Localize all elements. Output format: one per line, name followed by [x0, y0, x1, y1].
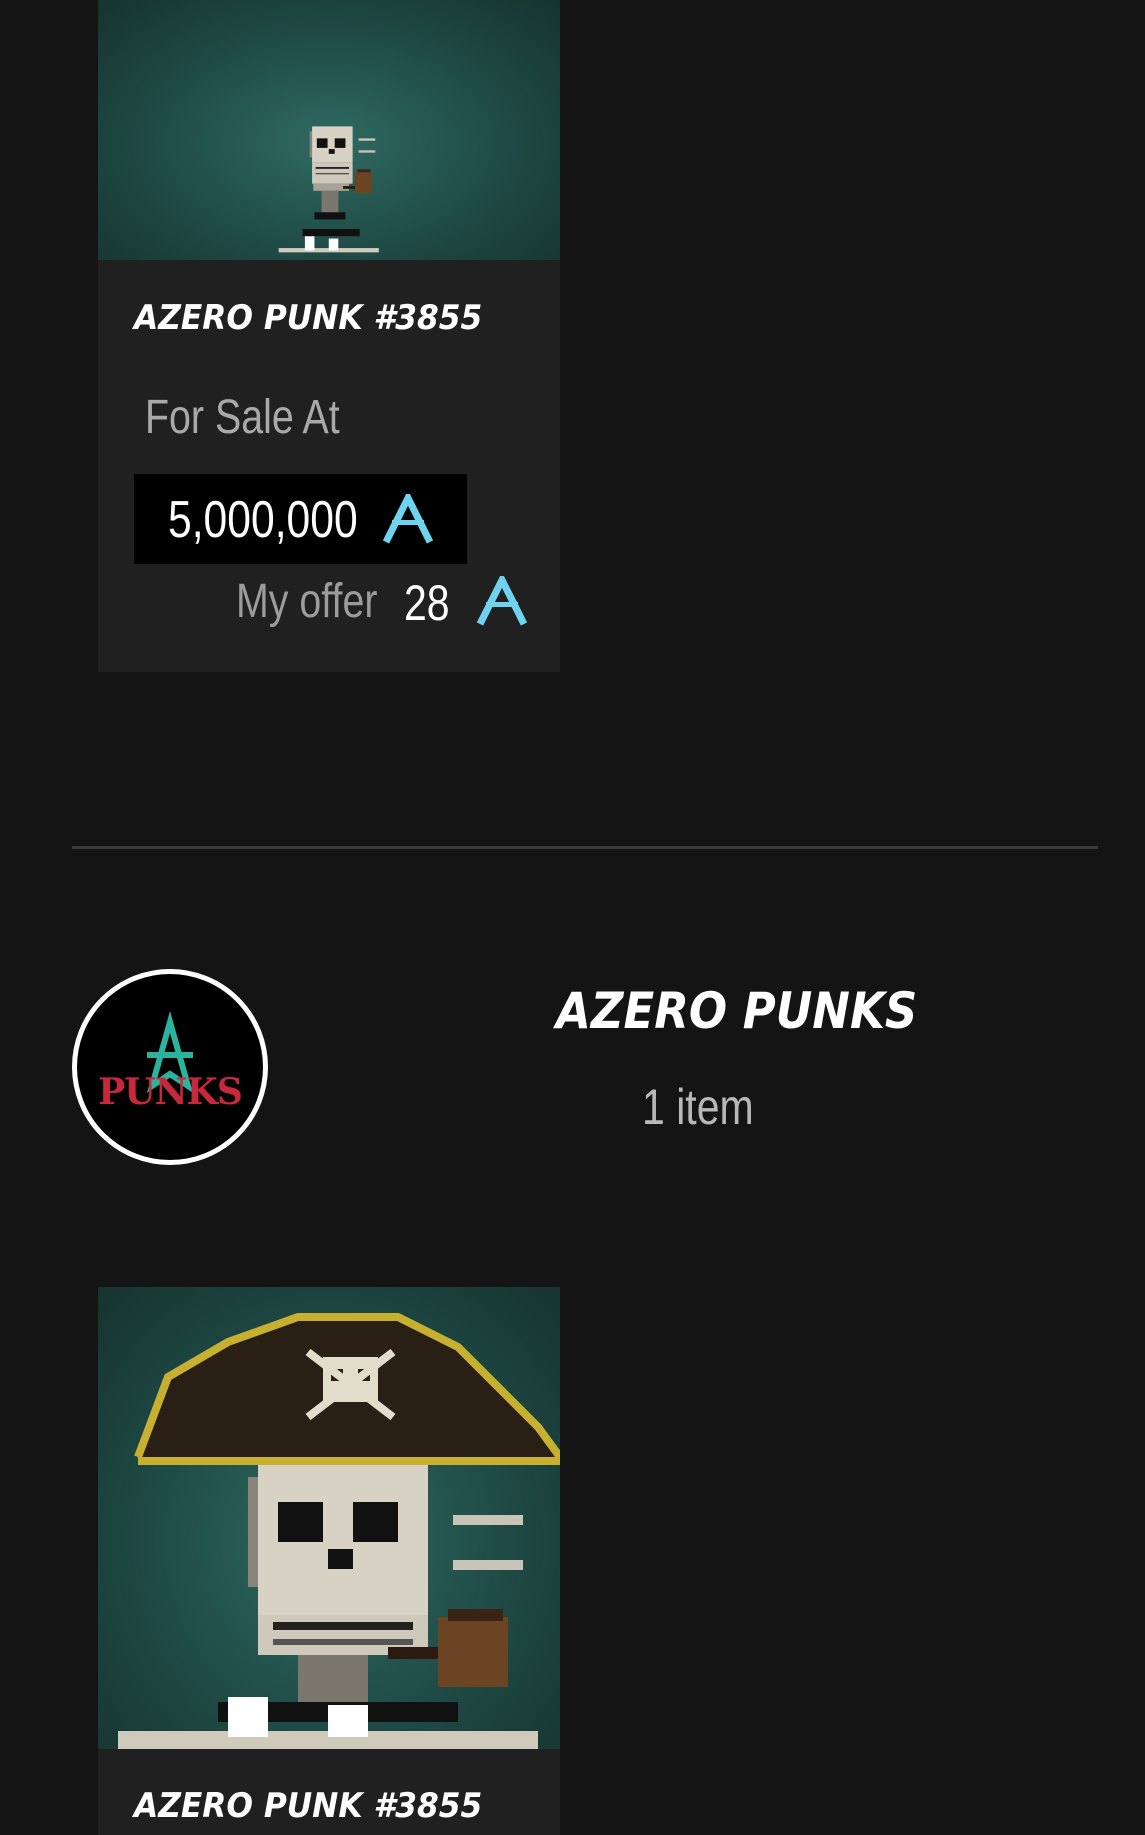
price-value: 5,000,000 — [168, 491, 358, 549]
section-divider — [72, 846, 1098, 849]
nft-card-collection[interactable]: AZERO PUNK #3855 — [98, 1287, 560, 1835]
price-box: 5,000,000 — [134, 474, 467, 564]
azero-icon — [476, 576, 528, 626]
punks-logo: PUNKS — [98, 1010, 243, 1113]
collection-avatar[interactable]: PUNKS — [72, 969, 268, 1165]
nft-card-listing[interactable]: AZERO PUNK #3855 For Sale At 5,000,000 M… — [98, 0, 560, 672]
nft-image[interactable] — [98, 0, 560, 260]
nft-title[interactable]: AZERO PUNK #3855 — [134, 1786, 482, 1826]
azero-icon — [382, 494, 434, 544]
pirate-skull-punk-art — [118, 1313, 560, 1749]
collection-item-count: 1 item — [642, 1079, 754, 1135]
my-offer-label: My offer — [236, 575, 378, 628]
for-sale-label: For Sale At — [145, 391, 340, 444]
nft-title[interactable]: AZERO PUNK #3855 — [134, 298, 482, 338]
nft-image[interactable] — [98, 1287, 560, 1749]
my-offer-value: 28 — [404, 575, 450, 631]
avatar-text: PUNKS — [98, 1071, 242, 1113]
skeleton-punk-art — [278, 126, 379, 253]
collection-name[interactable]: AZERO PUNKS — [556, 982, 917, 1040]
